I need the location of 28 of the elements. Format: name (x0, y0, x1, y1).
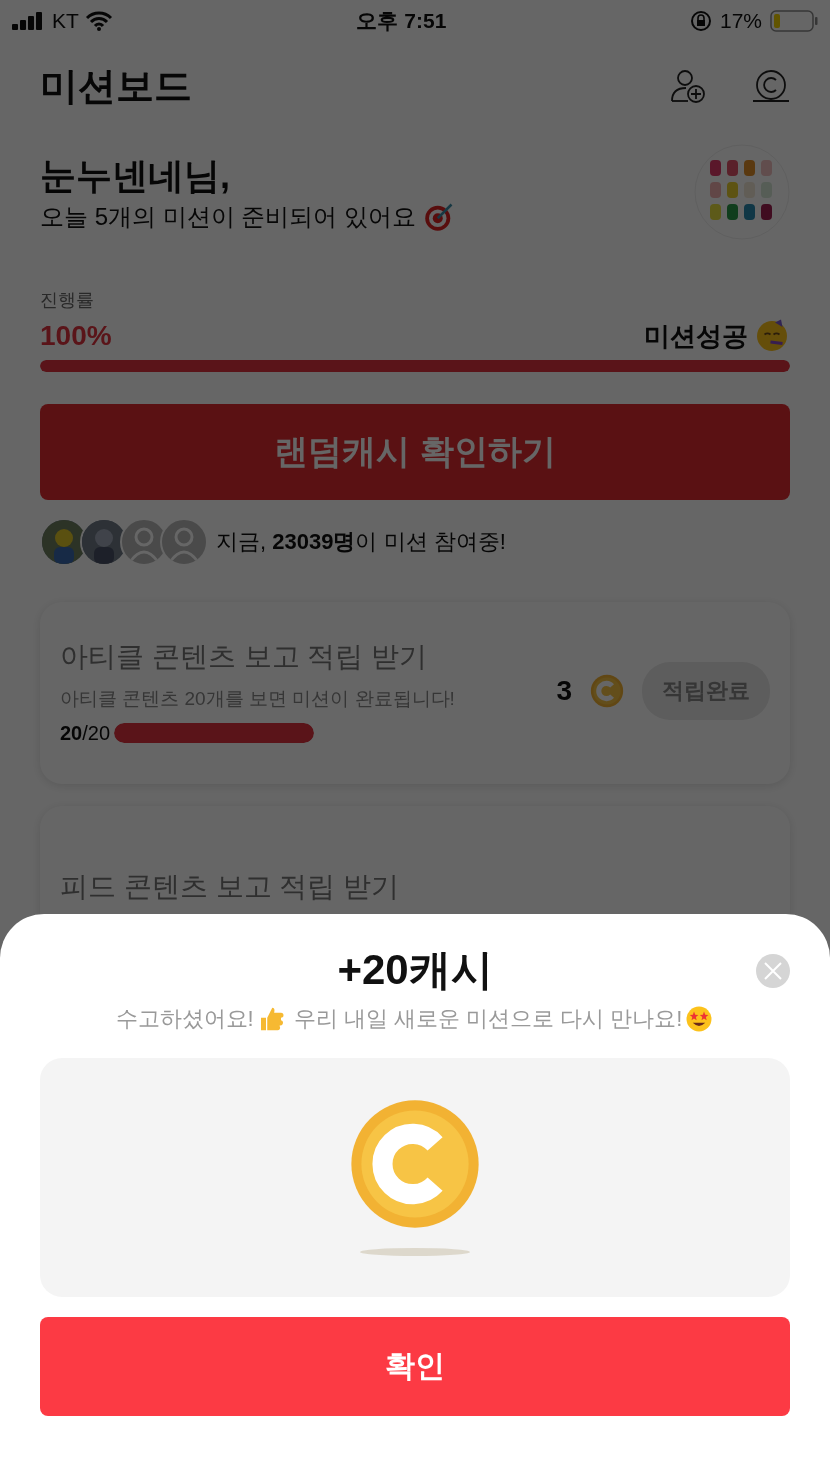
greeting-message: 오늘 5개의 미션이 준비되어 있어요 (40, 201, 417, 232)
reward-amount: 3 (556, 675, 572, 707)
mission-count: 20/20 (60, 721, 111, 745)
participants-text: 지금, 23039명이 미션 참여중! (216, 528, 506, 556)
progress-value: 100% (40, 320, 112, 352)
wifi-icon (84, 11, 113, 31)
sheet-title: +20캐시 (337, 945, 493, 995)
add-friend-icon[interactable] (670, 68, 706, 104)
greeting-name: 눈누넨네님, (40, 153, 231, 198)
target-icon (424, 201, 455, 232)
carrier-name: KT (52, 9, 79, 33)
progress-status: 미션성공 (644, 319, 748, 353)
gummy-bears-icon (694, 144, 790, 240)
close-icon (763, 961, 783, 981)
sheet-message: 우리 내일 새로운 미션으로 다시 만나요! (293, 1005, 683, 1033)
sheet-message: 수고하셨어요! (115, 1005, 254, 1033)
coin-icon (590, 674, 624, 708)
coin-shadow-icon (360, 1247, 470, 1258)
party-face-icon (754, 318, 790, 354)
battery-icon (770, 10, 818, 32)
battery-percent: 17% (719, 9, 762, 33)
confirm-button[interactable]: 확인 (40, 1316, 790, 1416)
page-title: 미션보드 (40, 63, 192, 109)
status-time: 오후 7:51 (356, 8, 447, 34)
rotation-lock-icon (689, 10, 712, 32)
progress-label: 진행률 (40, 289, 95, 312)
random-cash-button[interactable]: 랜덤캐시 확인하기 (40, 404, 790, 500)
coin-icon[interactable] (752, 69, 790, 103)
